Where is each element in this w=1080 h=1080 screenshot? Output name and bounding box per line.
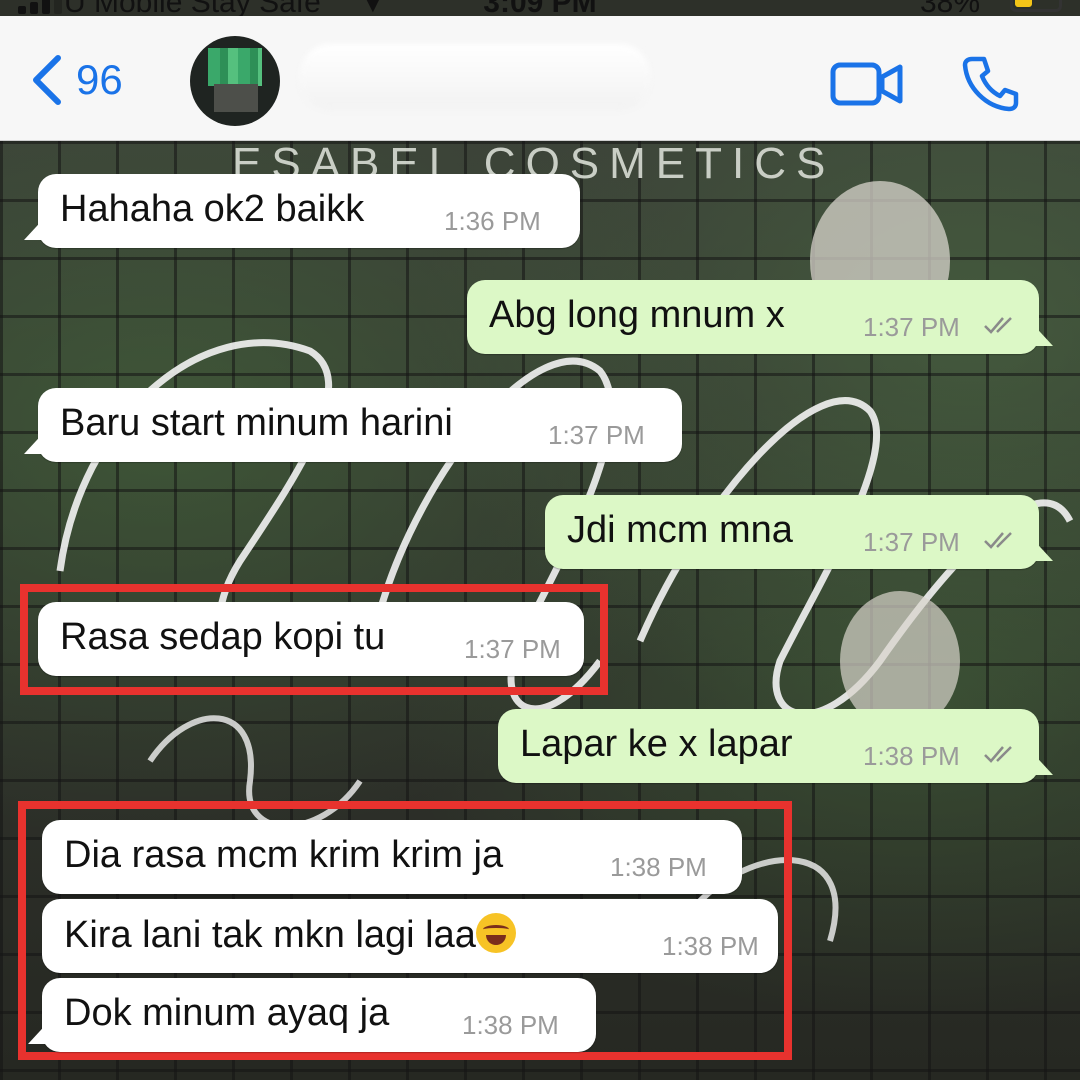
message-text: Jdi mcm mna: [567, 509, 793, 551]
chat-area[interactable]: ESABEL COSMETICS Hahaha ok2 baikk 1:36 P…: [0, 141, 1080, 1080]
message-text: Lapar ke x lapar: [520, 723, 793, 765]
message-time: 1:38 PM: [462, 1010, 559, 1040]
message-time: 1:37 PM: [863, 312, 960, 342]
back-button[interactable]: 96: [28, 52, 123, 108]
tears-of-joy-emoji: [475, 913, 516, 953]
message-time: 1:38 PM: [863, 741, 960, 771]
message-time: 1:37 PM: [464, 634, 561, 664]
message-time: 1:37 PM: [548, 420, 645, 450]
battery-icon: [1010, 0, 1062, 12]
outgoing-message[interactable]: Jdi mcm mna 1:37 PM: [545, 495, 1053, 569]
incoming-message[interactable]: Kira lani tak mkn lagi laa 1:38 PM: [42, 899, 778, 973]
unread-count: 96: [76, 56, 123, 103]
status-bar: U Mobile Stay Safe ▼ 3:09 PM 38%: [0, 0, 1080, 19]
incoming-message[interactable]: Baru start minum harini 1:37 PM: [24, 388, 682, 462]
message-text: Rasa sedap kopi tu: [60, 616, 386, 658]
incoming-message[interactable]: Dok minum ayaq ja 1:38 PM: [28, 978, 596, 1052]
outgoing-message[interactable]: Abg long mnum x 1:37 PM: [467, 280, 1053, 354]
message-text: Baru start minum harini: [60, 402, 453, 444]
phone-icon[interactable]: [962, 54, 1020, 112]
incoming-message[interactable]: Dia rasa mcm krim krim ja 1:38 PM: [42, 820, 742, 894]
contact-name-redacted[interactable]: [300, 44, 650, 110]
message-time: 1:37 PM: [863, 527, 960, 557]
video-camera-icon[interactable]: [830, 60, 904, 108]
outgoing-message[interactable]: Lapar ke x lapar 1:38 PM: [498, 709, 1053, 783]
message-text: Hahaha ok2 baikk: [60, 188, 365, 230]
double-check-icon: [984, 317, 1012, 334]
message-text: Abg long mnum x: [489, 294, 785, 336]
message-time: 1:36 PM: [444, 206, 541, 236]
message-text: Kira lani tak mkn lagi laa: [64, 913, 516, 957]
double-check-icon: [984, 532, 1012, 549]
contact-avatar[interactable]: [190, 36, 280, 126]
message-time: 1:38 PM: [610, 852, 707, 882]
chat-header: 96: [0, 16, 1080, 141]
chevron-left-icon: [33, 55, 61, 105]
message-text: Dia rasa mcm krim krim ja: [64, 834, 504, 876]
double-check-icon: [984, 746, 1012, 763]
incoming-message[interactable]: Hahaha ok2 baikk 1:36 PM: [24, 174, 580, 248]
incoming-message[interactable]: Rasa sedap kopi tu 1:37 PM: [38, 602, 584, 676]
message-text: Dok minum ayaq ja: [64, 992, 390, 1034]
message-time: 1:38 PM: [662, 931, 759, 961]
